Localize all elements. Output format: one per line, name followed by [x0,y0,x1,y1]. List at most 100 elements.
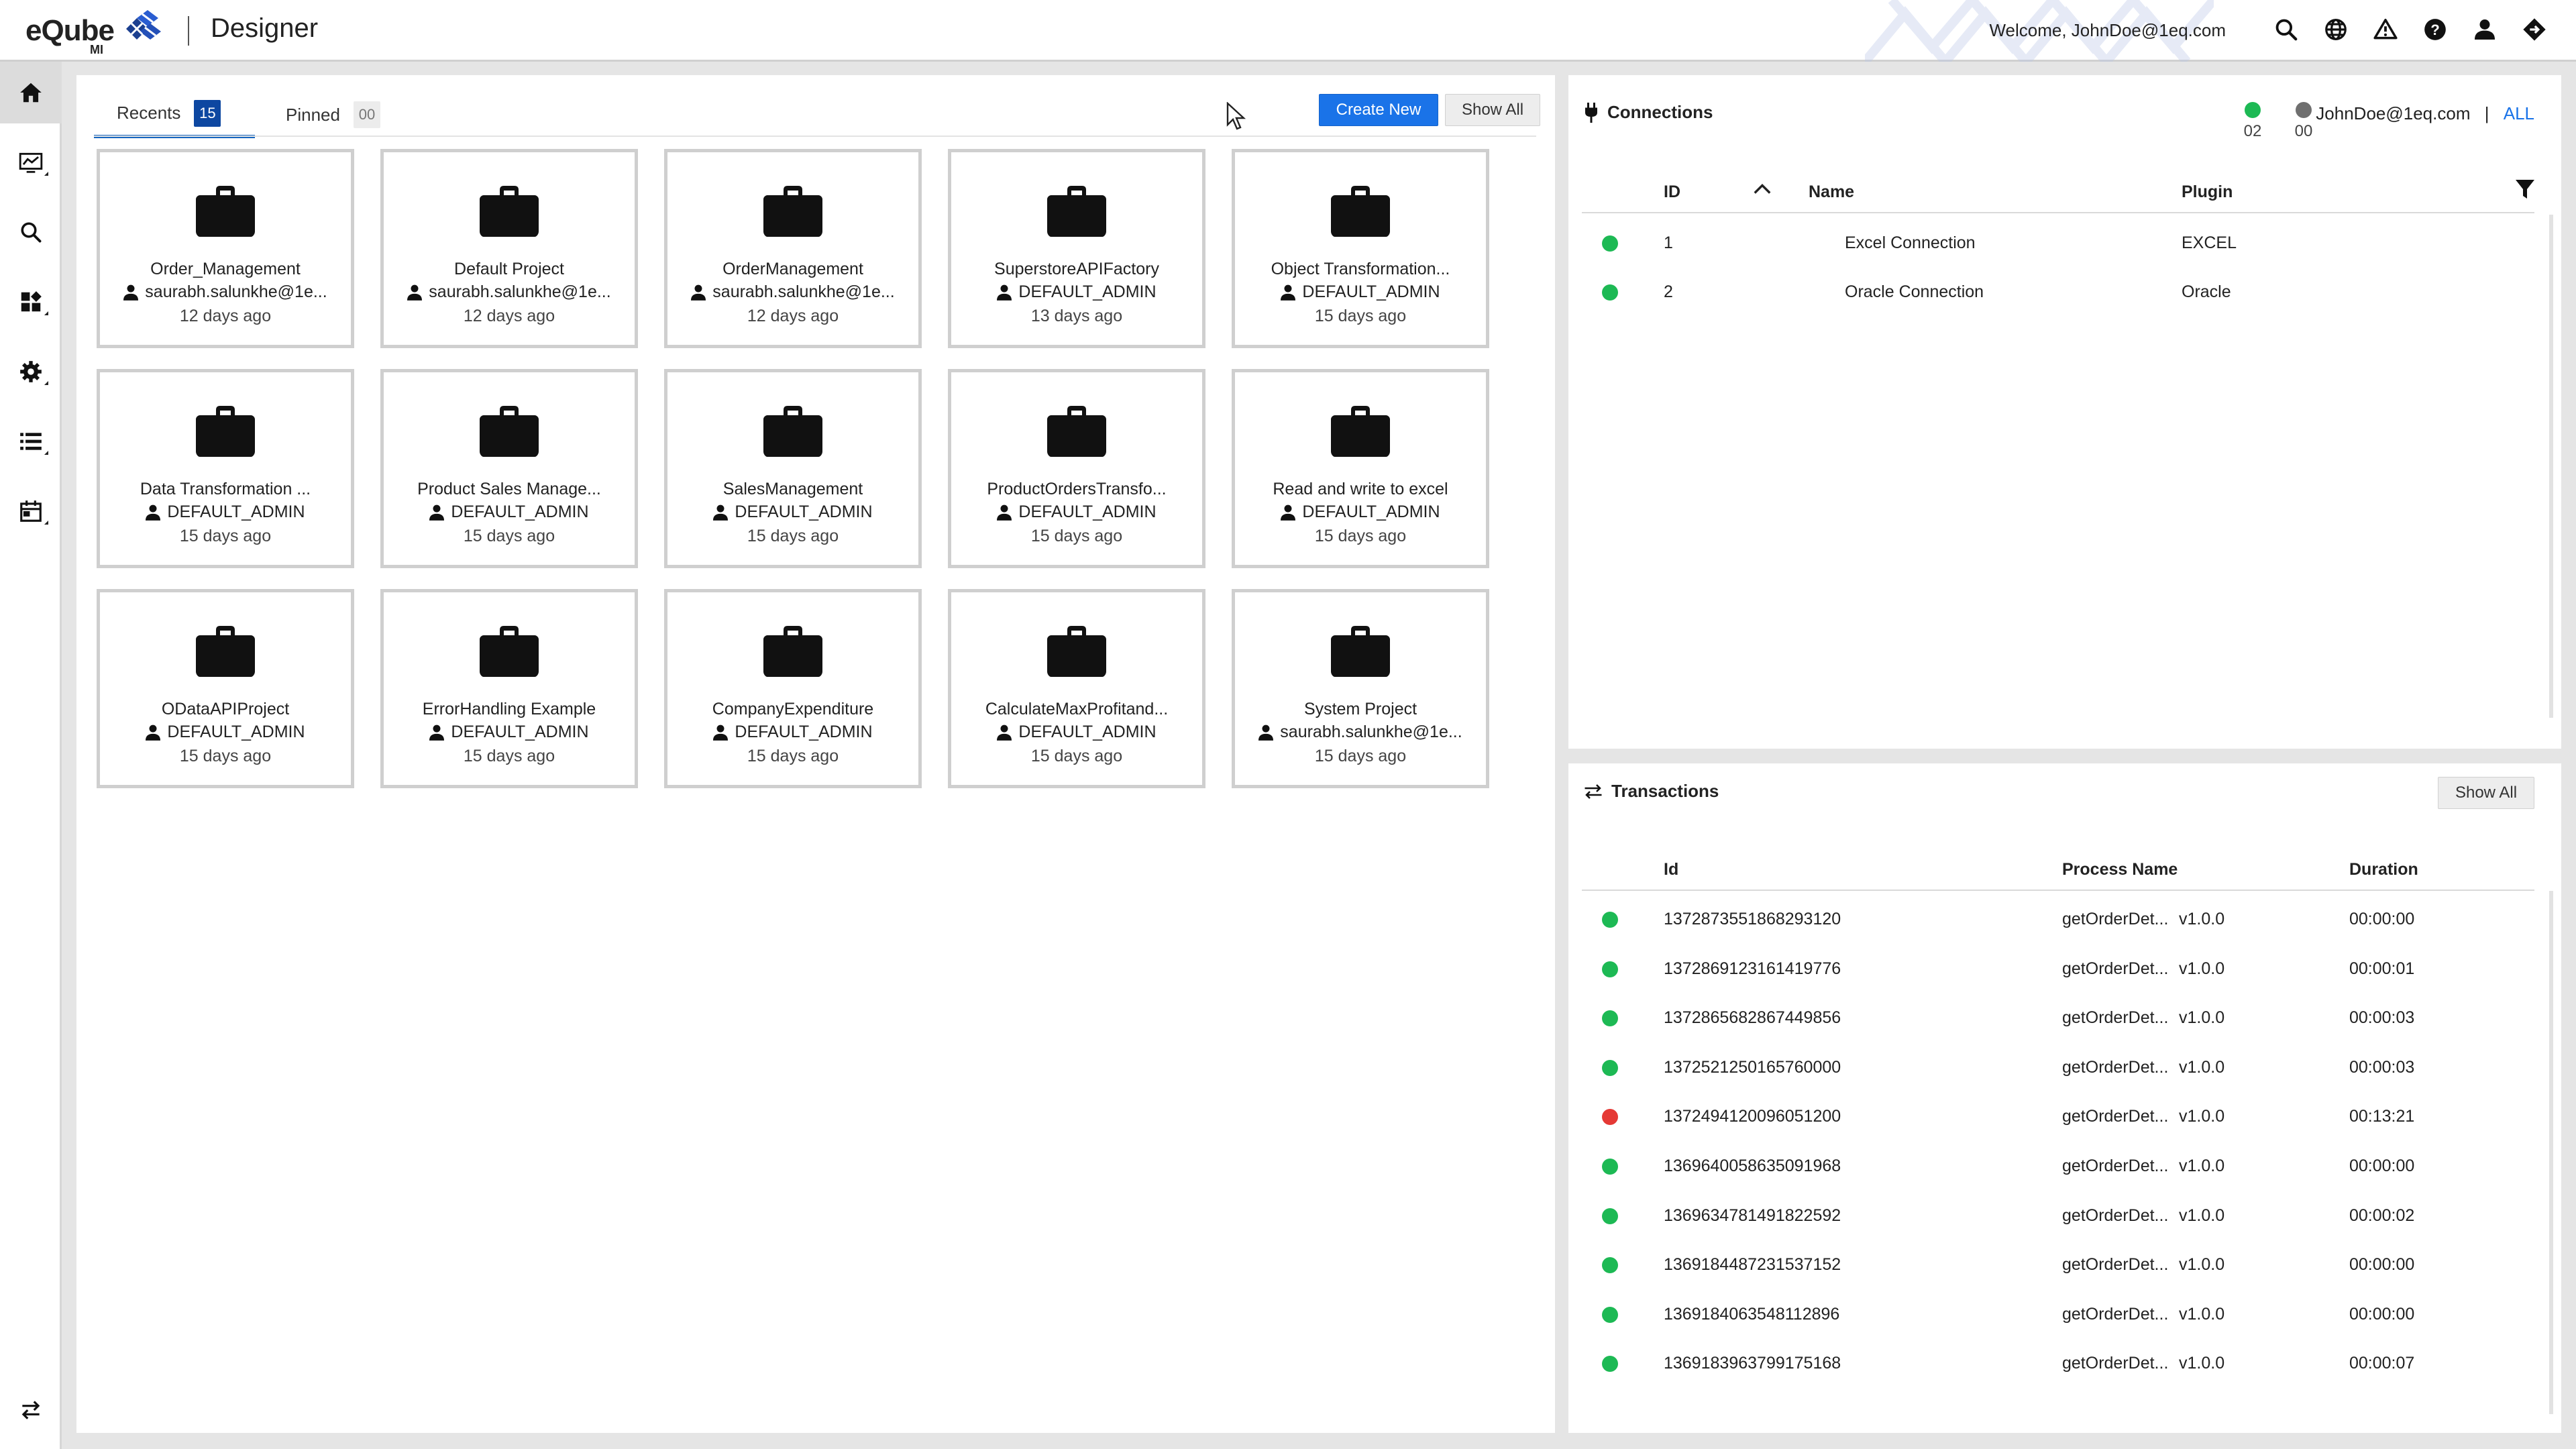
connections-user: JohnDoe@1eq.com [2316,103,2471,123]
project-card[interactable]: CompanyExpenditure DEFAULT_ADMIN 15 days a… [664,589,922,788]
briefcase-icon [1331,626,1390,677]
transaction-id: 1369184063548112896 [1664,1304,1840,1324]
transactions-title: Transactions [1611,781,1719,801]
owner-name: saurabh.salunkhe@1e... [1280,722,1462,741]
project-card[interactable]: Data Transformation ... DEFAULT_ADMIN 15 d… [97,369,354,568]
owner-icon [146,504,161,521]
show-all-transactions-button[interactable]: Show All [2438,777,2534,809]
sidebar-item-settings[interactable] [0,341,62,402]
process-version: v1.0.0 [2179,1107,2225,1126]
transactions-scrollbar[interactable] [2549,891,2553,1414]
sidebar-item-schedule[interactable] [0,480,62,542]
brand-mark-icon [125,10,161,40]
sidebar-item-search[interactable] [0,201,62,263]
column-header-process-name[interactable]: Process Name [2062,860,2178,879]
filter-icon[interactable] [2516,180,2534,200]
briefcase-icon [1331,186,1390,237]
sidebar-item-list[interactable] [0,411,62,472]
status-dot [1602,1010,1618,1027]
connection-name: Oracle Connection [1845,282,1984,301]
project-card[interactable]: ODataAPIProject DEFAULT_ADMIN 15 days ago [97,589,354,788]
sidebar-item-sync[interactable] [0,1379,62,1441]
show-all-projects-button[interactable]: Show All [1445,94,1540,126]
project-modified-time: 15 days ago [1030,527,1123,545]
owner-icon [997,284,1012,301]
transaction-duration: 00:00:01 [2349,959,2415,978]
tab-pinned[interactable]: Pinned 00 [286,91,380,138]
column-header-plugin[interactable]: Plugin [2182,182,2233,202]
transaction-row[interactable]: 1369634781491822592 getOrderDet... v1.0.0 0… [1582,1191,2534,1240]
column-header-id[interactable]: Id [1664,860,1678,879]
process-version: v1.0.0 [2179,1354,2225,1373]
project-owner: DEFAULT_ADMIN [384,722,635,742]
owner-name: DEFAULT_ADMIN [1018,502,1157,521]
top-icons: ? [2271,15,2549,44]
process-name: getOrderDet... [2062,1304,2169,1324]
project-card[interactable]: OrderManagement saurabh.salunkhe@1e... 12 … [664,149,922,348]
process-version: v1.0.0 [2179,1255,2225,1275]
sort-ascending-icon[interactable] [1752,182,1772,196]
left-sidebar [0,62,62,1449]
brand-logo[interactable]: eQube MI [25,9,165,56]
project-owner: saurabh.salunkhe@1e... [100,282,351,302]
transaction-duration: 00:00:03 [2349,1057,2415,1077]
owner-icon [407,284,423,301]
project-card[interactable]: Product Sales Manage... DEFAULT_ADMIN 15 d… [380,369,638,568]
recents-count-badge: 15 [194,99,221,127]
tab-recents[interactable]: Recents 15 [94,91,255,138]
dashboard-icon [21,291,42,312]
filter-all-link[interactable]: ALL [2504,103,2534,123]
project-card[interactable]: SuperstoreAPIFactory DEFAULT_ADMIN 13 days… [948,149,1205,348]
sidebar-item-dashboard[interactable] [0,271,62,333]
project-card[interactable]: ProductOrdersTransfo... DEFAULT_ADMIN 15 d… [948,369,1205,568]
search-icon[interactable] [2271,15,2301,44]
transaction-row[interactable]: 1372869123161419776 getOrderDet... v1.0.0 0… [1582,945,2534,994]
transaction-row[interactable]: 1372873551868293120 getOrderDet... v1.0.0 0… [1582,895,2534,944]
transaction-row[interactable]: 1369184063548112896 getOrderDet... v1.0.0 0… [1582,1290,2534,1339]
project-card[interactable]: Read and write to excel DEFAULT_ADMIN 15 d… [1232,369,1489,568]
tabs-divider [94,136,1536,137]
project-name: Object Transformation... [1271,260,1450,278]
project-card[interactable]: Object Transformation... DEFAULT_ADMIN 15 … [1232,149,1489,348]
transaction-row[interactable]: 1369640058635091968 getOrderDet... v1.0.0 0… [1582,1142,2534,1191]
create-new-button[interactable]: Create New [1319,94,1438,126]
transaction-row[interactable]: 1369183963799175168 getOrderDet... v1.0.0 0… [1582,1339,2534,1388]
connection-row[interactable]: 1 Excel Connection EXCEL [1582,219,2534,268]
user-icon[interactable] [2470,15,2500,44]
project-name: Data Transformation ... [140,480,311,498]
transaction-row[interactable]: 1372865682867449856 getOrderDet... v1.0.0 0… [1582,994,2534,1042]
globe-icon[interactable] [2321,15,2351,44]
transaction-row[interactable]: 1372521250165760000 getOrderDet... v1.0.0 0… [1582,1043,2534,1092]
logout-icon[interactable] [2520,15,2549,44]
briefcase-icon [1331,406,1390,457]
project-modified-time: 15 days ago [179,747,272,765]
connections-panel: Connections 02 00 JohnDoe@1eq.com | ALL … [1568,75,2561,749]
column-header-name[interactable]: Name [1809,182,1854,202]
project-card[interactable]: System Project saurabh.salunkhe@1e... 15 d… [1232,589,1489,788]
column-header-duration[interactable]: Duration [2349,860,2418,879]
status-dot [1602,961,1618,977]
project-card[interactable]: Default Project saurabh.salunkhe@1e... 12 … [380,149,638,348]
expand-caret-icon [44,521,48,525]
briefcase-icon [480,626,539,677]
transaction-row[interactable]: 1369184487231537152 getOrderDet... v1.0.0 0… [1582,1240,2534,1289]
transaction-row[interactable]: 1372494120096051200 getOrderDet... v1.0.0 0… [1582,1092,2534,1141]
search-icon [21,222,42,243]
sidebar-item-monitor[interactable] [0,131,62,193]
project-card[interactable]: ErrorHandling Example DEFAULT_ADMIN 15 day… [380,589,638,788]
project-card[interactable]: CalculateMaxProfitand... DEFAULT_ADMIN 15 … [948,589,1205,788]
project-modified-time: 15 days ago [1314,747,1407,765]
briefcase-icon [196,406,255,457]
project-card[interactable]: Order_Management saurabh.salunkhe@1e... 12… [97,149,354,348]
connection-row[interactable]: 2 Oracle Connection Oracle [1582,268,2534,317]
transaction-duration: 00:00:00 [2349,1304,2415,1324]
project-modified-time: 15 days ago [1030,747,1123,765]
project-card[interactable]: SalesManagement DEFAULT_ADMIN 15 days ago [664,369,922,568]
sidebar-item-home[interactable] [0,62,62,123]
column-header-id[interactable]: ID [1664,182,1680,202]
tab-label: Recents [117,103,181,123]
connections-scrollbar[interactable] [2549,215,2553,718]
transaction-id: 1369640058635091968 [1664,1157,1841,1175]
warning-icon[interactable] [2371,15,2400,44]
help-icon[interactable]: ? [2420,15,2450,44]
